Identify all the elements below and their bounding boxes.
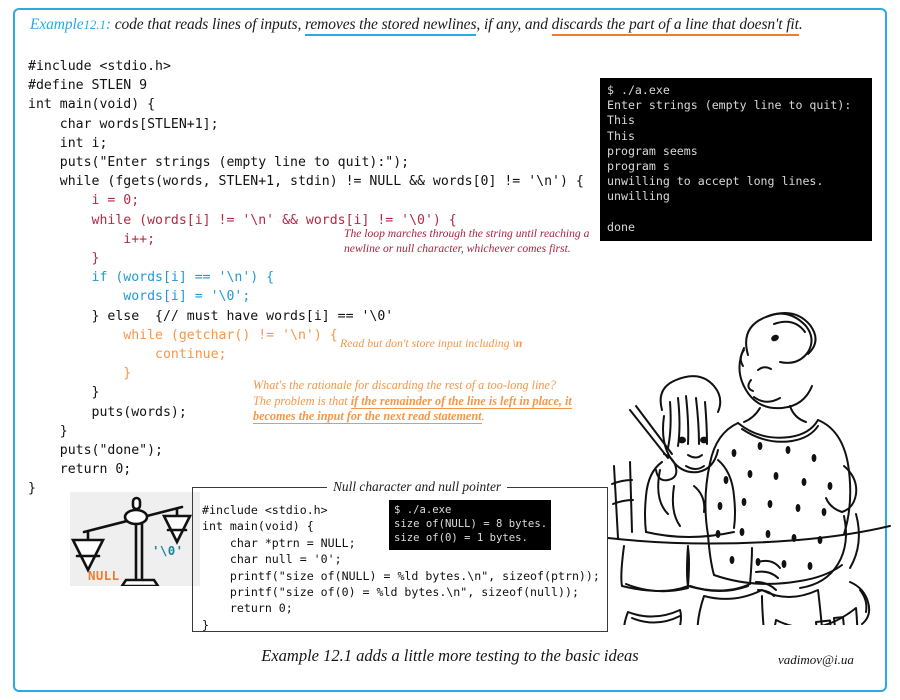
code-line: int i; (28, 135, 108, 151)
slide-canvas: Example12.1: code that reads lines of in… (0, 0, 900, 700)
footer-email: vadimov@i.ua (778, 652, 854, 667)
annotation-read-newline: \n (512, 336, 523, 350)
terminal-output-null-demo: $ ./a.exe size of(NULL) = 8 bytes. size … (389, 500, 551, 550)
code-line: return 0; (28, 462, 132, 478)
annotation-rationale-line2: The problem is that if the remainder of … (253, 393, 603, 425)
main-code-block: #include <stdio.h> #define STLEN 9 int mai… (28, 57, 584, 499)
annotation-rationale-line1: What's the rationale for discarding the … (253, 378, 556, 392)
code-line: int main(void) { (28, 97, 156, 113)
page-title: Example12.1: code that reads lines of in… (30, 16, 870, 36)
code-line: } else {// must have words[i] == '\0' (28, 308, 394, 324)
scales-label-null-char: '\0' (152, 543, 184, 558)
illustration-woman-and-child-reading (608, 290, 893, 625)
annotation-rationale-suffix: . (481, 409, 485, 424)
annotation-loop-marches: The loop marches through the string unti… (344, 227, 590, 255)
code-line: if (words[i] == '\n') { (28, 270, 275, 286)
title-part-3: . (798, 16, 803, 33)
line-art-illustration (608, 311, 891, 625)
code-line: i = 0; (28, 193, 140, 209)
code-line: puts("Enter strings (empty line to quit)… (28, 155, 410, 171)
annotation-read-prefix: Read but don't store input including (340, 336, 513, 350)
annotation-read-not-store: Read but don't store input including \n (340, 336, 590, 351)
example-label: Example (30, 16, 84, 33)
footer-caption: Example 12.1 adds a little more testing … (261, 646, 639, 665)
code-line: #define STLEN 9 (28, 78, 148, 94)
terminal-output-main: $ ./a.exe Enter strings (empty line to q… (600, 78, 872, 241)
title-part-1: code that reads lines of inputs, (110, 16, 306, 33)
code-line: puts("done"); (28, 443, 163, 459)
title-underlined-orange: discards the part of a line that doesn't… (551, 16, 799, 36)
code-line: char words[STLEN+1]; (28, 116, 219, 132)
annotation-rationale-prefix: The problem is that (253, 393, 351, 408)
title-part-2: , if any, and (476, 16, 552, 33)
annotation-rationale: What's the rationale for discarding the … (253, 378, 603, 425)
code-line: while (fgets(words, STLEN+1, stdin) != N… (28, 174, 584, 190)
groupbox-title: Null character and null pointer (327, 479, 508, 495)
code-line: #include <stdio.h> (28, 59, 171, 74)
scales-label-null: NULL (88, 568, 120, 583)
title-underlined-blue: removes the stored newlines (305, 16, 476, 36)
code-line: words[i] = '\0'; (28, 289, 251, 305)
example-number: 12.1 (83, 17, 106, 32)
